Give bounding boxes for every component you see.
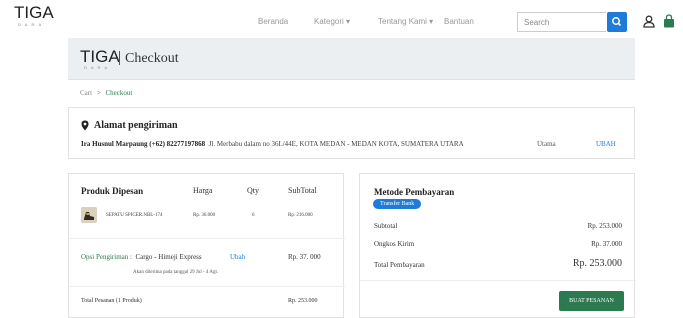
shipping-option-label: Opsi Pengiriman : [81,253,132,261]
product-price: Rp. 36.000 [193,213,216,218]
order-total-label: Total Pesanan (1 Produk) [81,298,142,304]
place-order-button[interactable]: BUAT PESANAN [559,291,624,311]
shipping-address-card: Alamat pengiriman Ira Husnul Marpaung (+… [68,107,635,159]
address-tag: Utama [537,140,556,148]
header-divider [119,51,120,65]
shipping-cost-label: Ongkos Kirim [374,240,415,248]
checkout-header: TIGA DARA Checkout [68,38,635,80]
address-title-text: Alamat pengiriman [94,120,178,131]
divider [69,286,345,287]
products-header-subtotal: SubTotal [288,186,317,195]
product-qty: 6 [252,213,255,218]
recipient-name-phone: Ira Husnul Marpaung (+62) 82277197868 [81,140,206,148]
logo-text: TIGA [14,3,54,22]
order-total-value: Rp. 253.000 [288,298,318,304]
change-address-link[interactable]: UBAH [596,140,616,148]
shopping-bag-icon[interactable] [663,14,675,28]
payment-method-badge[interactable]: Transfer Bank [373,199,422,209]
divider [69,238,345,239]
nav-link-beranda[interactable]: Beranda [258,17,288,26]
products-header-price: Harga [193,186,213,195]
divider [360,280,636,281]
shipping-price: Rp. 37. 000 [288,253,321,261]
total-payment-value: Rp. 253.000 [572,258,622,269]
payment-summary-card: Metode Pembayaran Transfer Bank Subtotal… [359,173,636,318]
user-icon[interactable] [643,15,655,28]
top-navbar: TIGA DARA Beranda Kategori ▾ Tentang Kam… [0,0,683,38]
search-input[interactable]: Search [517,12,606,32]
nav-link-kategori[interactable]: Kategori ▾ [314,17,350,26]
product-name[interactable]: SEPATU SPICER.NBL-174 [106,213,163,218]
checkout-logo-text: TIGA [80,47,120,66]
logo-subtext: DARA [18,22,46,27]
shipping-option-value: Cargo - Himeji Express [135,253,202,261]
location-pin-icon [81,120,89,131]
search-icon [612,17,622,27]
site-logo[interactable]: TIGA DARA [14,3,54,28]
address-heading: Alamat pengiriman [81,120,178,131]
ordered-products-card: Produk Dipesan Harga Qty SubTotal SEPATU… [68,173,345,318]
address-line: Ira Husnul Marpaung (+62) 82277197868 Jl… [81,140,464,148]
checkout-logo[interactable]: TIGA DARA [80,48,120,70]
breadcrumb-current: Checkout [105,89,133,97]
nav-link-bantuan[interactable]: Bantuan [444,17,474,26]
total-payment-label: Total Pembayaran [374,261,425,269]
shipping-cost-value: Rp. 37.000 [591,240,622,248]
breadcrumb-separator: > [96,89,101,97]
change-shipping-link[interactable]: Ubah [230,253,245,261]
payment-method-title: Metode Pembayaran [374,187,455,197]
breadcrumb-cart-link[interactable]: Cart [80,89,92,97]
product-subtotal: Rp. 216.000 [288,213,313,218]
products-header-qty: Qty [247,186,259,195]
nav-link-tentang-kami[interactable]: Tentang Kami ▾ [378,17,433,26]
shipping-option: Opsi Pengiriman : Cargo - Himeji Express [81,253,202,261]
delivery-estimate: Akan diterima pada tanggal 29 Jul - 4 Ag… [133,270,219,275]
shoe-icon [81,207,97,223]
page-title: Checkout [125,51,179,66]
subtotal-value: Rp. 253.000 [587,222,622,230]
products-header-title: Produk Dipesan [81,186,144,196]
subtotal-label: Subtotal [374,222,398,230]
recipient-address: Jl. Merbabu dalam no 36L/44E, KOTA MEDAN… [208,140,464,148]
product-thumbnail[interactable] [81,207,97,223]
breadcrumb: Cart > Checkout [80,89,132,97]
search-button[interactable] [607,12,627,32]
